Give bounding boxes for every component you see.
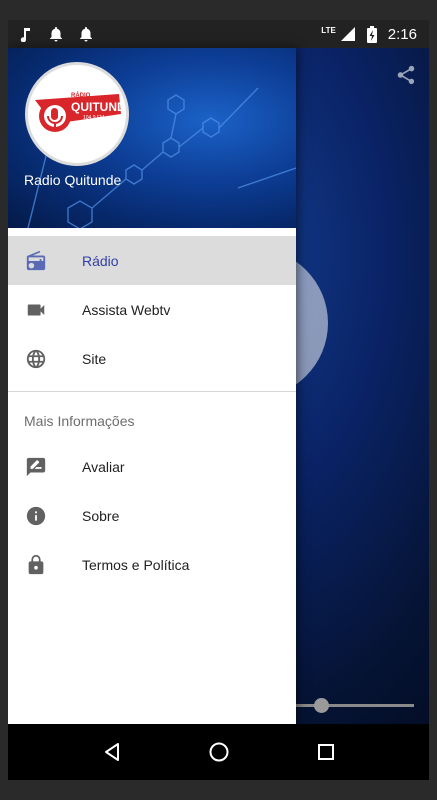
notification-bell-icon <box>48 26 64 42</box>
radio-icon <box>24 249 48 273</box>
navigation-drawer: RÁDIO QUITUNDE 104.9 FM Radio Quitunde R… <box>8 48 296 724</box>
drawer-menu: Rádio Assista Webtv Site <box>8 228 296 383</box>
back-button[interactable] <box>92 732 132 772</box>
volume-slider-thumb[interactable] <box>314 698 329 713</box>
radio-quitunde-logo: RÁDIO QUITUNDE 104.9 FM <box>30 67 125 161</box>
globe-icon <box>24 347 48 371</box>
svg-text:104.9 FM: 104.9 FM <box>83 115 104 121</box>
svg-text:RÁDIO: RÁDIO <box>71 92 91 99</box>
signal-icon <box>340 26 356 42</box>
share-icon[interactable] <box>395 64 417 86</box>
svg-text:QUITUNDE: QUITUNDE <box>71 100 125 114</box>
lock-icon <box>24 553 48 577</box>
phone-screen: LTE 2:16 RÁDIO QUITUND 104.9 FM Radio Qu… <box>8 20 429 780</box>
network-type-label: LTE <box>321 25 336 35</box>
music-note-icon <box>18 26 34 42</box>
section-title: Mais Informações <box>24 413 135 429</box>
drawer-menu-secondary: Avaliar Sobre Termos e Política <box>8 442 296 589</box>
menu-item-label: Rádio <box>82 252 119 269</box>
menu-item-rate[interactable]: Avaliar <box>8 442 296 491</box>
notification-bell-icon <box>78 26 94 42</box>
station-logo-avatar: RÁDIO QUITUNDE 104.9 FM <box>25 62 129 166</box>
menu-item-webtv[interactable]: Assista Webtv <box>8 285 296 334</box>
home-button[interactable] <box>199 732 239 772</box>
menu-item-label: Assista Webtv <box>82 301 171 318</box>
station-name: Radio Quitunde <box>24 172 122 188</box>
menu-item-label: Sobre <box>82 507 120 524</box>
video-camera-icon <box>24 298 48 322</box>
rate-review-icon <box>24 455 48 479</box>
status-bar: LTE 2:16 <box>8 20 429 48</box>
battery-charging-icon <box>364 25 380 43</box>
menu-item-label: Termos e Política <box>82 556 190 573</box>
menu-item-about[interactable]: Sobre <box>8 491 296 540</box>
menu-item-label: Site <box>82 350 107 367</box>
drawer-header: RÁDIO QUITUNDE 104.9 FM Radio Quitunde <box>8 48 296 228</box>
recents-button[interactable] <box>306 732 346 772</box>
system-nav-bar <box>8 724 429 780</box>
menu-item-radio[interactable]: Rádio <box>8 236 296 285</box>
menu-item-terms[interactable]: Termos e Política <box>8 540 296 589</box>
menu-item-site[interactable]: Site <box>8 334 296 383</box>
clock: 2:16 <box>387 25 417 43</box>
menu-item-label: Avaliar <box>82 458 125 475</box>
info-icon <box>24 504 48 528</box>
menu-divider <box>8 391 296 392</box>
